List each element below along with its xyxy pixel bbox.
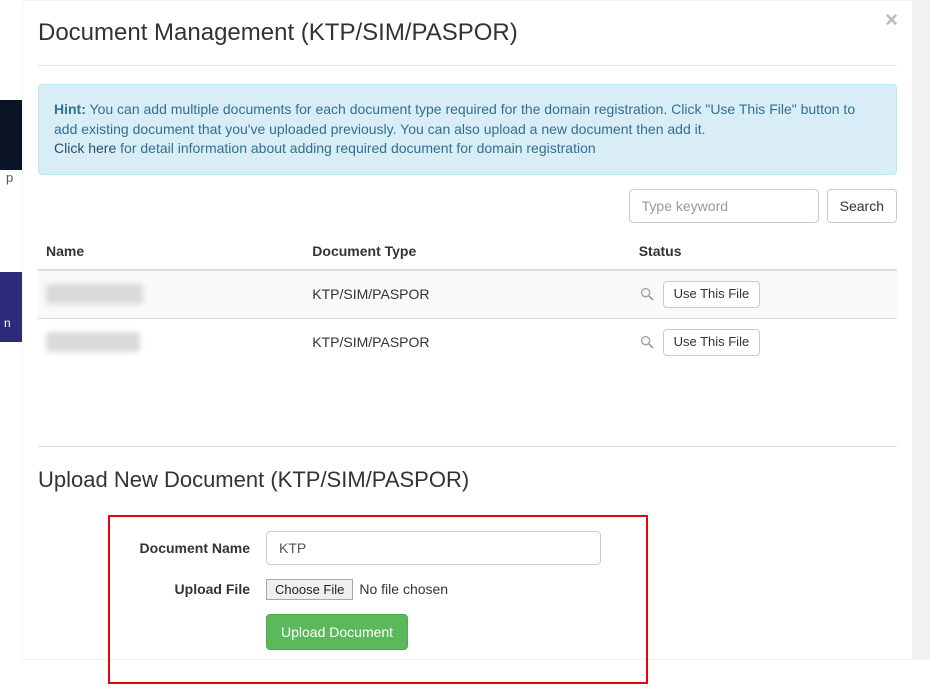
col-header-name: Name: [38, 233, 304, 270]
file-status-text: No file chosen: [359, 581, 448, 597]
choose-file-button[interactable]: Choose File: [266, 579, 353, 600]
col-header-status: Status: [631, 233, 897, 270]
col-header-type: Document Type: [304, 233, 630, 270]
background-sidebar: [0, 272, 22, 342]
row-name-redacted: Sample Other: [46, 332, 140, 352]
close-icon[interactable]: ×: [885, 9, 898, 31]
documents-table: Name Document Type Status Sample Name KT…: [38, 233, 897, 366]
magnifier-icon[interactable]: [639, 333, 663, 349]
hint-rest: for detail information about adding requ…: [116, 140, 595, 156]
use-this-file-button[interactable]: Use This File: [663, 329, 761, 356]
background-char-n: n: [4, 316, 11, 330]
hint-label: Hint:: [54, 101, 86, 117]
upload-highlight-box: Document Name Upload File Choose File No…: [108, 515, 648, 684]
row-type: KTP/SIM/PASPOR: [304, 318, 630, 365]
background-topbar: [0, 100, 22, 170]
upload-document-button[interactable]: Upload Document: [266, 614, 408, 650]
section-divider: [38, 446, 897, 447]
use-this-file-button[interactable]: Use This File: [663, 281, 761, 308]
search-button[interactable]: Search: [827, 189, 897, 223]
search-input[interactable]: [629, 189, 819, 223]
file-input-widget: Choose File No file chosen: [266, 579, 448, 600]
modal-title: Document Management (KTP/SIM/PASPOR): [38, 1, 897, 66]
scrollbar-track[interactable]: [913, 0, 930, 660]
table-row: Sample Name KTP/SIM/PASPOR Use This File: [38, 270, 897, 318]
document-name-input[interactable]: [266, 531, 601, 565]
row-name-redacted: Sample Name: [46, 284, 143, 304]
table-row: Sample Other KTP/SIM/PASPOR Use This Fil…: [38, 318, 897, 365]
upload-section-title: Upload New Document (KTP/SIM/PASPOR): [38, 467, 897, 493]
background-char-p: p: [6, 170, 13, 185]
document-management-modal: × Document Management (KTP/SIM/PASPOR) H…: [22, 0, 913, 660]
label-upload-file: Upload File: [126, 581, 266, 597]
hint-link[interactable]: Click here: [54, 140, 116, 156]
magnifier-icon[interactable]: [639, 285, 663, 301]
hint-body: You can add multiple documents for each …: [54, 101, 855, 137]
label-document-name: Document Name: [126, 540, 266, 556]
row-type: KTP/SIM/PASPOR: [304, 270, 630, 318]
hint-alert: Hint: You can add multiple documents for…: [38, 84, 897, 175]
search-row: Search: [38, 189, 897, 223]
